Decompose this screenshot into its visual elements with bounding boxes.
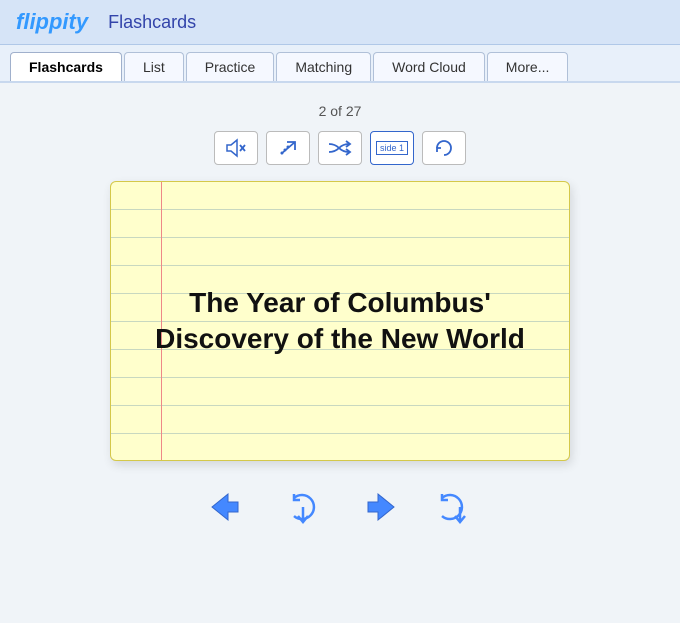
tab-word-cloud[interactable]: Word Cloud [373,52,485,81]
flip2-button[interactable] [426,485,476,529]
rotate-button[interactable] [422,131,466,165]
fullscreen-icon [277,138,299,158]
mute-button[interactable] [214,131,258,165]
flip-icon [284,488,322,526]
back-button[interactable] [204,485,254,529]
logo[interactable]: flippity [16,9,88,35]
tab-flashcards[interactable]: Flashcards [10,52,122,81]
shuffle-button[interactable] [318,131,362,165]
forward-arrow-icon [358,492,396,522]
card-counter: 2 of 27 [319,103,362,119]
flip-button[interactable] [278,485,328,529]
shuffle-icon [327,138,353,158]
header-title: Flashcards [108,12,196,33]
fullscreen-button[interactable] [266,131,310,165]
side-label-button[interactable]: side 1 [370,131,414,165]
flashcard-text: The Year of Columbus' Discovery of the N… [111,255,569,388]
navigation-bar [204,485,476,529]
forward-button[interactable] [352,485,402,529]
tab-matching[interactable]: Matching [276,52,371,81]
side-label-text: side 1 [376,141,408,155]
tabbar: Flashcards List Practice Matching Word C… [0,45,680,83]
flashcard[interactable]: The Year of Columbus' Discovery of the N… [110,181,570,461]
tab-practice[interactable]: Practice [186,52,275,81]
logo-text: flippity [16,9,88,34]
header: flippity Flashcards [0,0,680,45]
tab-more[interactable]: More... [487,52,569,81]
main-content: 2 of 27 [0,83,680,623]
flip2-icon [432,488,470,526]
back-arrow-icon [210,492,248,522]
toolbar: side 1 [214,131,466,165]
tab-list[interactable]: List [124,52,184,81]
rotate-icon [433,137,455,159]
mute-icon [225,138,247,158]
